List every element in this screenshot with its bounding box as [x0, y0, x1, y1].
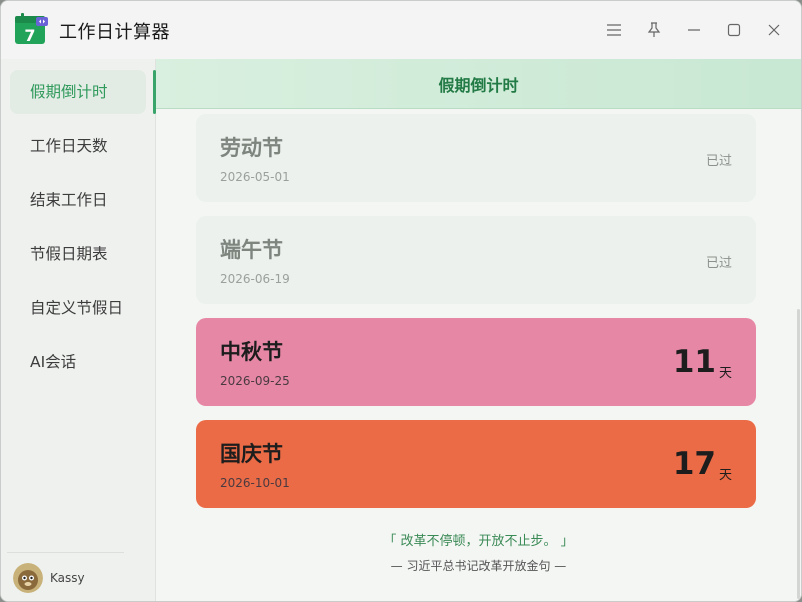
holiday-card-mid-autumn[interactable]: 中秋节 2026-09-25 11 天: [196, 318, 756, 406]
scrollbar[interactable]: [797, 309, 800, 599]
close-button[interactable]: [759, 15, 789, 45]
sidebar: 假期倒计时 工作日天数 结束工作日 节假日期表 自定义节假日 AI会话 Kass…: [1, 59, 156, 601]
sidebar-item-workday-count[interactable]: 工作日天数: [10, 124, 146, 168]
holiday-name: 劳动节: [220, 136, 283, 160]
sidebar-item-holiday-countdown[interactable]: 假期倒计时: [10, 70, 146, 114]
title-bar: 7 工作日计算器: [1, 1, 801, 59]
sidebar-item-holiday-schedule[interactable]: 节假日期表: [10, 232, 146, 276]
days-remaining: 17: [672, 446, 716, 482]
holiday-name: 端午节: [220, 238, 283, 262]
app-title: 工作日计算器: [59, 22, 170, 43]
username: Kassy: [50, 571, 85, 585]
close-icon: [768, 24, 780, 36]
main-panel: 假期倒计时 劳动节 2026-05-01 已过 端午节 2026-06-19 已…: [156, 59, 801, 601]
holiday-name: 中秋节: [220, 340, 283, 364]
days-unit: 天: [718, 366, 732, 381]
days-unit: 天: [718, 468, 732, 483]
holiday-card-labor-day[interactable]: 劳动节 2026-05-01 已过: [196, 114, 756, 202]
status-badge: 已过: [705, 154, 732, 169]
days-remaining: 11: [672, 344, 716, 380]
menu-button[interactable]: [599, 15, 629, 45]
page-title: 假期倒计时: [156, 59, 801, 109]
pin-icon: [647, 22, 661, 37]
minimize-button[interactable]: [679, 15, 709, 45]
maximize-button[interactable]: [719, 15, 749, 45]
pin-button[interactable]: [639, 15, 669, 45]
maximize-icon: [727, 23, 741, 37]
holiday-date: 2026-09-25: [220, 374, 290, 388]
svg-text:7: 7: [24, 26, 35, 45]
holiday-card-national-day[interactable]: 国庆节 2026-10-01 17 天: [196, 420, 756, 508]
sidebar-divider: [7, 552, 124, 553]
holiday-date: 2026-06-19: [220, 272, 290, 286]
sidebar-item-custom-holiday[interactable]: 自定义节假日: [10, 286, 146, 330]
menu-icon: [607, 24, 621, 36]
holiday-date: 2026-05-01: [220, 170, 290, 184]
sidebar-item-end-workday[interactable]: 结束工作日: [10, 178, 146, 222]
quote-source: — 习近平总书记改革开放金句 —: [390, 559, 567, 573]
holiday-card-dragon-boat[interactable]: 端午节 2026-06-19 已过: [196, 216, 756, 304]
calendar-icon: 7: [14, 12, 48, 46]
quote-text: 「 改革不停顿，开放不止步。 」: [383, 534, 574, 549]
avatar[interactable]: [13, 563, 43, 593]
app-window: 7 工作日计算器 假期倒计时 工作日天数 结束工作日 节假日期表 自定义节假日 …: [0, 0, 802, 602]
minimize-icon: [688, 29, 700, 31]
holiday-name: 国庆节: [220, 442, 283, 466]
holiday-date: 2026-10-01: [220, 476, 290, 490]
status-badge: 已过: [705, 256, 732, 271]
sidebar-item-ai-chat[interactable]: AI会话: [10, 340, 146, 384]
